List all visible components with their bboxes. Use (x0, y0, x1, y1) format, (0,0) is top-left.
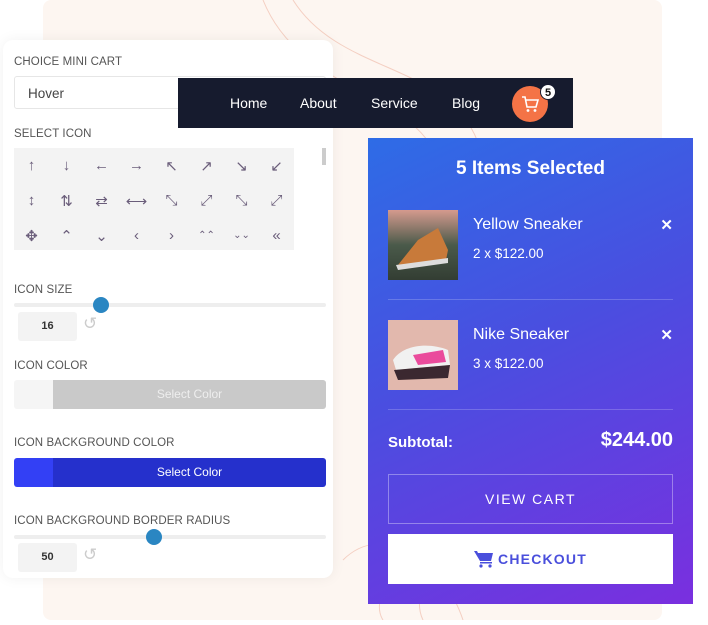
subtotal-label: Subtotal: (388, 434, 453, 451)
icon-option[interactable]: ↓ (49, 148, 84, 183)
icon-option[interactable]: ⟷ (119, 183, 154, 218)
icon-option[interactable]: ✥ (14, 218, 49, 250)
border-radius-input[interactable]: 50 (18, 543, 77, 572)
item-name[interactable]: Yellow Sneaker (473, 216, 583, 234)
icon-color-picker[interactable]: Select Color (14, 380, 326, 409)
icon-option[interactable]: ‹ (119, 218, 154, 250)
icon-color-swatch (14, 380, 53, 409)
remove-item-icon[interactable]: ✕ (660, 326, 673, 344)
icon-picker-grid: ↑ ↓ ← → ↖ ↗ ↘ ↙ ↕ ⇅ ⇄ ⟷ ⤡ ⤢ ⤡ ⤢ ✥ ⌃ ⌄ ‹ › ⌃⌃ ⌄⌄ « (14, 148, 294, 250)
divider (388, 299, 673, 300)
icon-option[interactable]: ↕ (14, 183, 49, 218)
icon-option[interactable]: → (119, 148, 154, 183)
cart-title: 5 Items Selected (456, 158, 605, 179)
icon-option[interactable]: ⤢ (189, 183, 224, 218)
nav-about[interactable]: About (300, 95, 337, 111)
icon-option[interactable]: ⤡ (224, 183, 259, 218)
icon-option[interactable]: ↗ (189, 148, 224, 183)
item-price: 3 x $122.00 (473, 356, 544, 371)
product-image-yellow-sneaker[interactable] (388, 210, 458, 280)
icon-option[interactable]: ⌄ (84, 218, 119, 250)
icon-color-label: ICON COLOR (14, 360, 88, 372)
icon-option[interactable]: › (154, 218, 189, 250)
icon-option[interactable]: ↙ (259, 148, 294, 183)
icon-bg-color-picker[interactable]: Select Color (14, 458, 326, 487)
icon-option[interactable]: ↘ (224, 148, 259, 183)
icon-size-slider-thumb[interactable] (93, 297, 110, 313)
icon-option[interactable]: ⤡ (154, 183, 189, 218)
item-price: 2 x $122.00 (473, 246, 544, 261)
cart-icon (474, 551, 494, 568)
icon-option[interactable]: ↑ (14, 148, 49, 183)
product-image-nike-sneaker[interactable] (388, 320, 458, 390)
icon-option[interactable]: ↖ (154, 148, 189, 183)
icon-bg-select-button[interactable]: Select Color (53, 458, 326, 487)
icon-color-select-button[interactable]: Select Color (53, 380, 326, 409)
border-radius-slider-thumb[interactable] (146, 529, 163, 545)
subtotal-value: $244.00 (600, 429, 673, 451)
icon-bg-color-label: ICON BACKGROUND COLOR (14, 437, 175, 449)
icon-option[interactable]: ⇄ (84, 183, 119, 218)
checkout-label: CHECKOUT (498, 551, 587, 567)
icon-bg-color-swatch (14, 458, 53, 487)
reset-icon[interactable]: ↺ (83, 545, 97, 565)
choice-mini-cart-label: CHOICE MINI CART (14, 56, 123, 68)
item-name[interactable]: Nike Sneaker (473, 326, 569, 344)
icon-option[interactable]: ⤢ (259, 183, 294, 218)
icon-option[interactable]: ← (84, 148, 119, 183)
remove-item-icon[interactable]: ✕ (660, 216, 673, 234)
icon-option[interactable]: « (259, 218, 294, 250)
nav-blog[interactable]: Blog (452, 95, 480, 111)
cart-item: Yellow Sneaker 2 x $122.00 ✕ (388, 210, 673, 320)
icon-size-input[interactable]: 16 (18, 312, 77, 341)
icon-size-label: ICON SIZE (14, 284, 73, 296)
cart-icon (522, 95, 539, 112)
icon-option[interactable]: ⌄⌄ (224, 218, 259, 250)
mini-cart-panel: 5 Items Selected Yellow Sneaker 2 x $122… (368, 138, 693, 604)
icon-option[interactable]: ⌃⌃ (189, 218, 224, 250)
nav-service[interactable]: Service (371, 95, 418, 111)
icon-option[interactable]: ⌃ (49, 218, 84, 250)
nav-home[interactable]: Home (230, 95, 267, 111)
view-cart-button[interactable]: VIEW CART (388, 474, 673, 524)
icon-option[interactable]: ⇅ (49, 183, 84, 218)
cart-item: Nike Sneaker 3 x $122.00 ✕ (388, 320, 673, 430)
navbar: Home About Service Blog 5 (178, 78, 573, 128)
border-radius-label: ICON BACKGROUND BORDER RADIUS (14, 515, 231, 527)
icon-size-slider[interactable] (14, 297, 326, 313)
reset-icon[interactable]: ↺ (83, 314, 97, 334)
cart-count-badge: 5 (540, 84, 556, 100)
select-icon-label: SELECT ICON (14, 128, 92, 140)
checkout-button[interactable]: CHECKOUT (388, 534, 673, 584)
divider (388, 409, 673, 410)
border-radius-slider[interactable] (14, 529, 326, 545)
icon-grid-scrollbar[interactable] (322, 148, 326, 165)
